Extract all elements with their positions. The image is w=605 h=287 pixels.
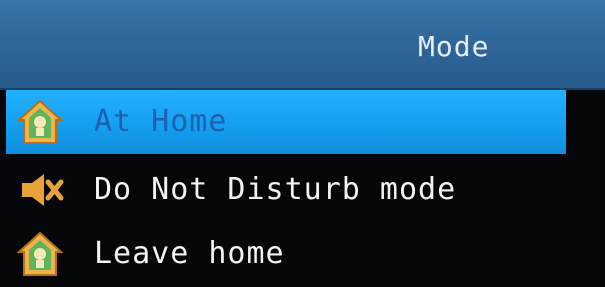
speaker-mute-icon — [16, 166, 64, 214]
menu-item-leave-home[interactable]: Leave home — [6, 222, 566, 286]
menu-item-at-home[interactable]: At Home — [6, 90, 566, 154]
menu-item-label: Leave home — [94, 236, 285, 271]
menu-item-label: At Home — [94, 104, 228, 139]
header-bar: Mode — [0, 0, 605, 90]
menu-item-do-not-disturb[interactable]: Do Not Disturb mode — [6, 158, 566, 222]
house-icon — [16, 98, 64, 146]
house-icon — [16, 230, 64, 278]
mode-screen: Mode At Home Do Not Disturb mode Leave h… — [0, 0, 605, 287]
page-title: Mode — [418, 30, 490, 63]
menu-item-label: Do Not Disturb mode — [94, 172, 457, 207]
